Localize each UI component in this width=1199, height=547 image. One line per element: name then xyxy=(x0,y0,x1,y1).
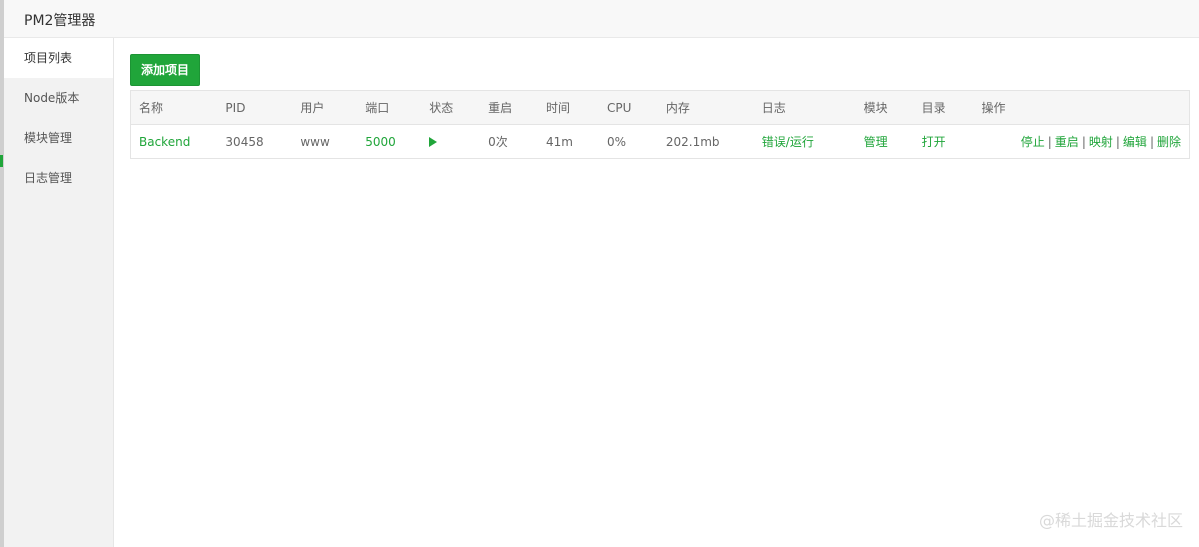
header-ops: 操作 xyxy=(981,90,1190,125)
map-link[interactable]: 映射 xyxy=(1089,135,1113,149)
stop-link[interactable]: 停止 xyxy=(1021,135,1045,149)
separator: | xyxy=(1115,135,1120,149)
header-restarts: 重启 xyxy=(488,90,547,125)
port-link[interactable]: 5000 xyxy=(365,135,396,149)
cell-restarts: 0次 xyxy=(488,135,508,149)
log-link[interactable]: 错误/运行 xyxy=(762,135,814,149)
header-memory: 内存 xyxy=(665,90,762,125)
module-manage-link[interactable]: 管理 xyxy=(864,135,888,149)
header-time: 时间 xyxy=(546,90,607,125)
delete-link[interactable]: 删除 xyxy=(1157,135,1181,149)
header-user: 用户 xyxy=(300,90,366,125)
separator: | xyxy=(1081,135,1086,149)
sidebar-item-project-list[interactable]: 项目列表 xyxy=(4,38,113,78)
cell-uptime: 41m xyxy=(546,134,573,149)
sidebar-item-node-version[interactable]: Node版本 xyxy=(4,78,113,118)
separator: | xyxy=(1047,135,1052,149)
cell-user: www xyxy=(300,134,330,149)
header-dir: 目录 xyxy=(921,90,982,125)
header-name: 名称 xyxy=(130,90,226,125)
header-pid: PID xyxy=(225,90,301,125)
project-table: 名称 PID 用户 端口 状态 重启 时间 CPU 内存 日志 模块 目录 操作 xyxy=(130,90,1190,159)
watermark: @稀土掘金技术社区 xyxy=(1038,511,1183,530)
titlebar: PM2管理器 xyxy=(4,0,1199,38)
table-row: Backend 30458 www 5000 0次 41m 0% 202.1mb… xyxy=(131,125,1190,159)
sidebar-item-log-manage[interactable]: 日志管理 xyxy=(4,158,113,198)
sidebar: 项目列表 Node版本 模块管理 日志管理 xyxy=(4,38,114,547)
sidebar-item-module-manage[interactable]: 模块管理 xyxy=(4,118,113,158)
project-name-link[interactable]: Backend xyxy=(139,135,190,149)
header-port: 端口 xyxy=(365,90,430,125)
window-title: PM2管理器 xyxy=(24,13,96,29)
header-status: 状态 xyxy=(429,90,489,125)
play-triangle-icon[interactable] xyxy=(429,137,438,147)
cell-pid: 30458 xyxy=(225,134,264,149)
header-cpu: CPU xyxy=(606,90,666,125)
table-header-row: 名称 PID 用户 端口 状态 重启 时间 CPU 内存 日志 模块 目录 操作 xyxy=(130,90,1190,125)
header-log: 日志 xyxy=(761,90,864,125)
restart-link[interactable]: 重启 xyxy=(1055,135,1079,149)
background-edge-mark xyxy=(0,155,3,167)
main-content: 添加项目 名称 PID 用户 端口 状态 重启 时间 CPU 内存 日志 模块 … xyxy=(130,54,1190,159)
separator: | xyxy=(1149,135,1154,149)
header-module: 模块 xyxy=(863,90,922,125)
open-dir-link[interactable]: 打开 xyxy=(922,135,946,149)
add-project-button[interactable]: 添加项目 xyxy=(130,54,201,86)
edit-link[interactable]: 编辑 xyxy=(1123,135,1147,149)
cell-memory: 202.1mb xyxy=(665,134,720,149)
pm2-manager-window: PM2管理器 项目列表 Node版本 模块管理 日志管理 添加项目 名称 PID… xyxy=(4,0,1199,547)
cell-cpu: 0% xyxy=(606,134,626,149)
